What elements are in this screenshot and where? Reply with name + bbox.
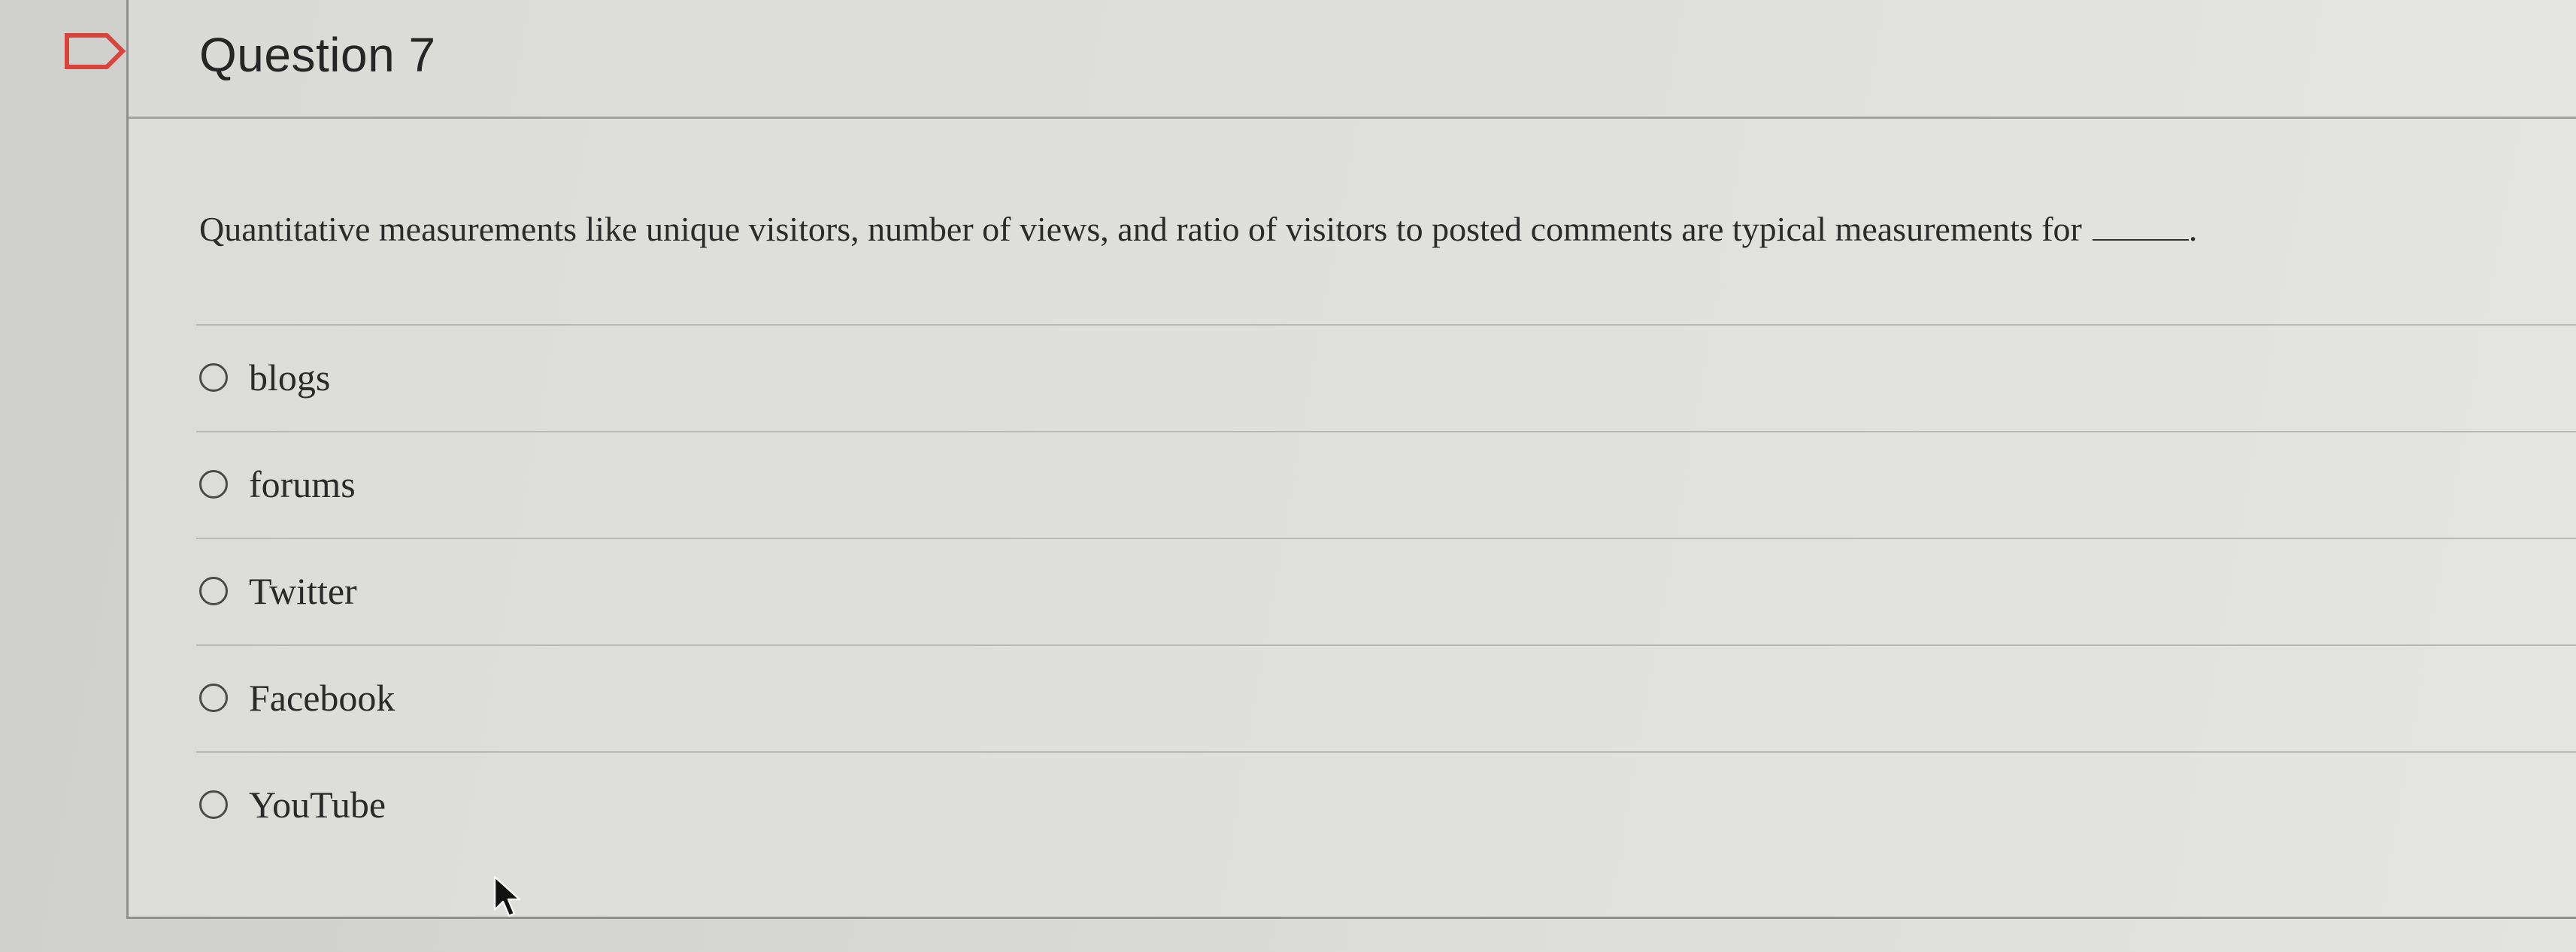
radio-button[interactable]	[199, 684, 228, 712]
divider	[196, 538, 2576, 539]
answer-blank	[2092, 209, 2189, 241]
radio-button[interactable]	[199, 363, 228, 392]
question-body: Quantitative measurements like unique vi…	[129, 119, 2576, 917]
answer-option-facebook[interactable]: Facebook	[199, 644, 395, 751]
mouse-pointer-icon	[493, 875, 521, 917]
answer-option-blogs[interactable]: blogs	[199, 324, 330, 431]
answer-label: Facebook	[249, 677, 395, 719]
answer-label: Twitter	[249, 570, 357, 612]
answer-label: YouTube	[249, 784, 386, 826]
answer-label: forums	[249, 463, 356, 505]
question-header: Question 7	[129, 0, 2576, 119]
answer-option-youtube[interactable]: YouTube	[199, 751, 386, 858]
answer-option-forums[interactable]: forums	[199, 431, 356, 538]
divider	[196, 431, 2576, 432]
radio-button[interactable]	[199, 470, 228, 499]
answer-label: blogs	[249, 356, 331, 399]
answer-option-twitter[interactable]: Twitter	[199, 538, 357, 644]
divider	[196, 324, 2576, 326]
radio-button[interactable]	[199, 577, 228, 605]
question-title: Question 7	[199, 28, 436, 82]
divider	[196, 644, 2576, 646]
divider	[196, 751, 2576, 753]
question-prompt-end: .	[2188, 210, 2198, 248]
question-card: Question 7 Quantitative measurements lik…	[126, 0, 2576, 919]
flag-question-icon[interactable]	[63, 32, 126, 71]
radio-button[interactable]	[199, 790, 228, 819]
question-prompt: Quantitative measurements like unique vi…	[199, 209, 2197, 249]
question-prompt-text: Quantitative measurements like unique vi…	[199, 210, 2082, 248]
